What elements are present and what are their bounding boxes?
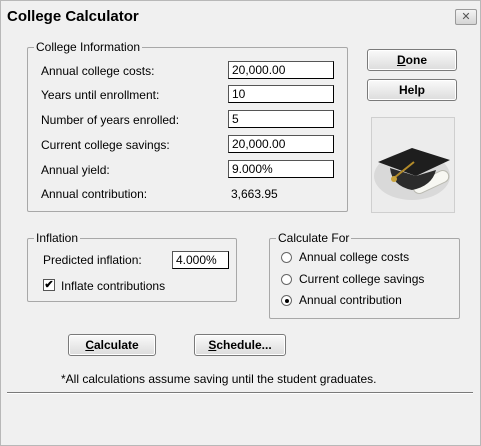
radio-annual-contribution[interactable] [281,295,292,306]
college-calculator-window: College Calculator ✕ College Information… [0,0,481,446]
title-bar: College Calculator ✕ [1,1,480,31]
divider [7,392,473,394]
calculate-label-rest: alculate [93,338,139,352]
done-mnemonic: D [396,53,406,67]
graduation-cap-icon [372,118,454,212]
current-college-savings-label: Current college savings: [41,138,170,152]
annual-contribution-value: 3,663.95 [231,187,278,201]
done-label-rest: one [405,53,427,67]
annual-contribution-label: Annual contribution: [41,187,148,201]
years-enrolled-input[interactable]: 5 [228,110,334,128]
years-until-enrollment-label: Years until enrollment: [41,88,160,102]
schedule-button[interactable]: Schedule... [194,334,286,356]
radio-annual-college-costs[interactable] [281,252,292,263]
graduation-cap-image [371,117,455,213]
calculate-for-legend: Calculate For [278,231,350,245]
predicted-inflation-input[interactable]: 4.000% [172,251,229,269]
annual-college-costs-input[interactable]: 20,000.00 [228,61,334,79]
years-until-enrollment-input[interactable]: 10 [228,85,334,103]
inflate-contributions-label: Inflate contributions [61,279,166,293]
radio-current-college-savings[interactable] [281,274,292,285]
inflation-legend: Inflation [36,231,79,245]
annual-yield-label: Annual yield: [41,163,110,177]
college-information-legend: College Information [36,40,141,54]
footnote-text: *All calculations assume saving until th… [61,372,377,386]
schedule-label-rest: chedule... [216,338,272,352]
radio-annual-contribution-label: Annual contribution [299,293,402,307]
calculate-mnemonic: C [85,338,94,352]
window-title: College Calculator [7,8,139,25]
annual-college-costs-label: Annual college costs: [41,64,155,78]
close-icon[interactable]: ✕ [455,9,477,25]
done-button[interactable]: Done [367,49,457,71]
annual-yield-input[interactable]: 9.000% [228,160,334,178]
current-college-savings-input[interactable]: 20,000.00 [228,135,334,153]
help-button[interactable]: Help [367,79,457,101]
radio-annual-college-costs-label: Annual college costs [299,250,410,264]
predicted-inflation-label: Predicted inflation: [43,253,142,267]
inflate-contributions-checkbox[interactable]: ✔ [43,279,55,291]
years-enrolled-label: Number of years enrolled: [41,113,180,127]
calculate-button[interactable]: Calculate [68,334,156,356]
radio-current-college-savings-label: Current college savings [299,272,425,286]
